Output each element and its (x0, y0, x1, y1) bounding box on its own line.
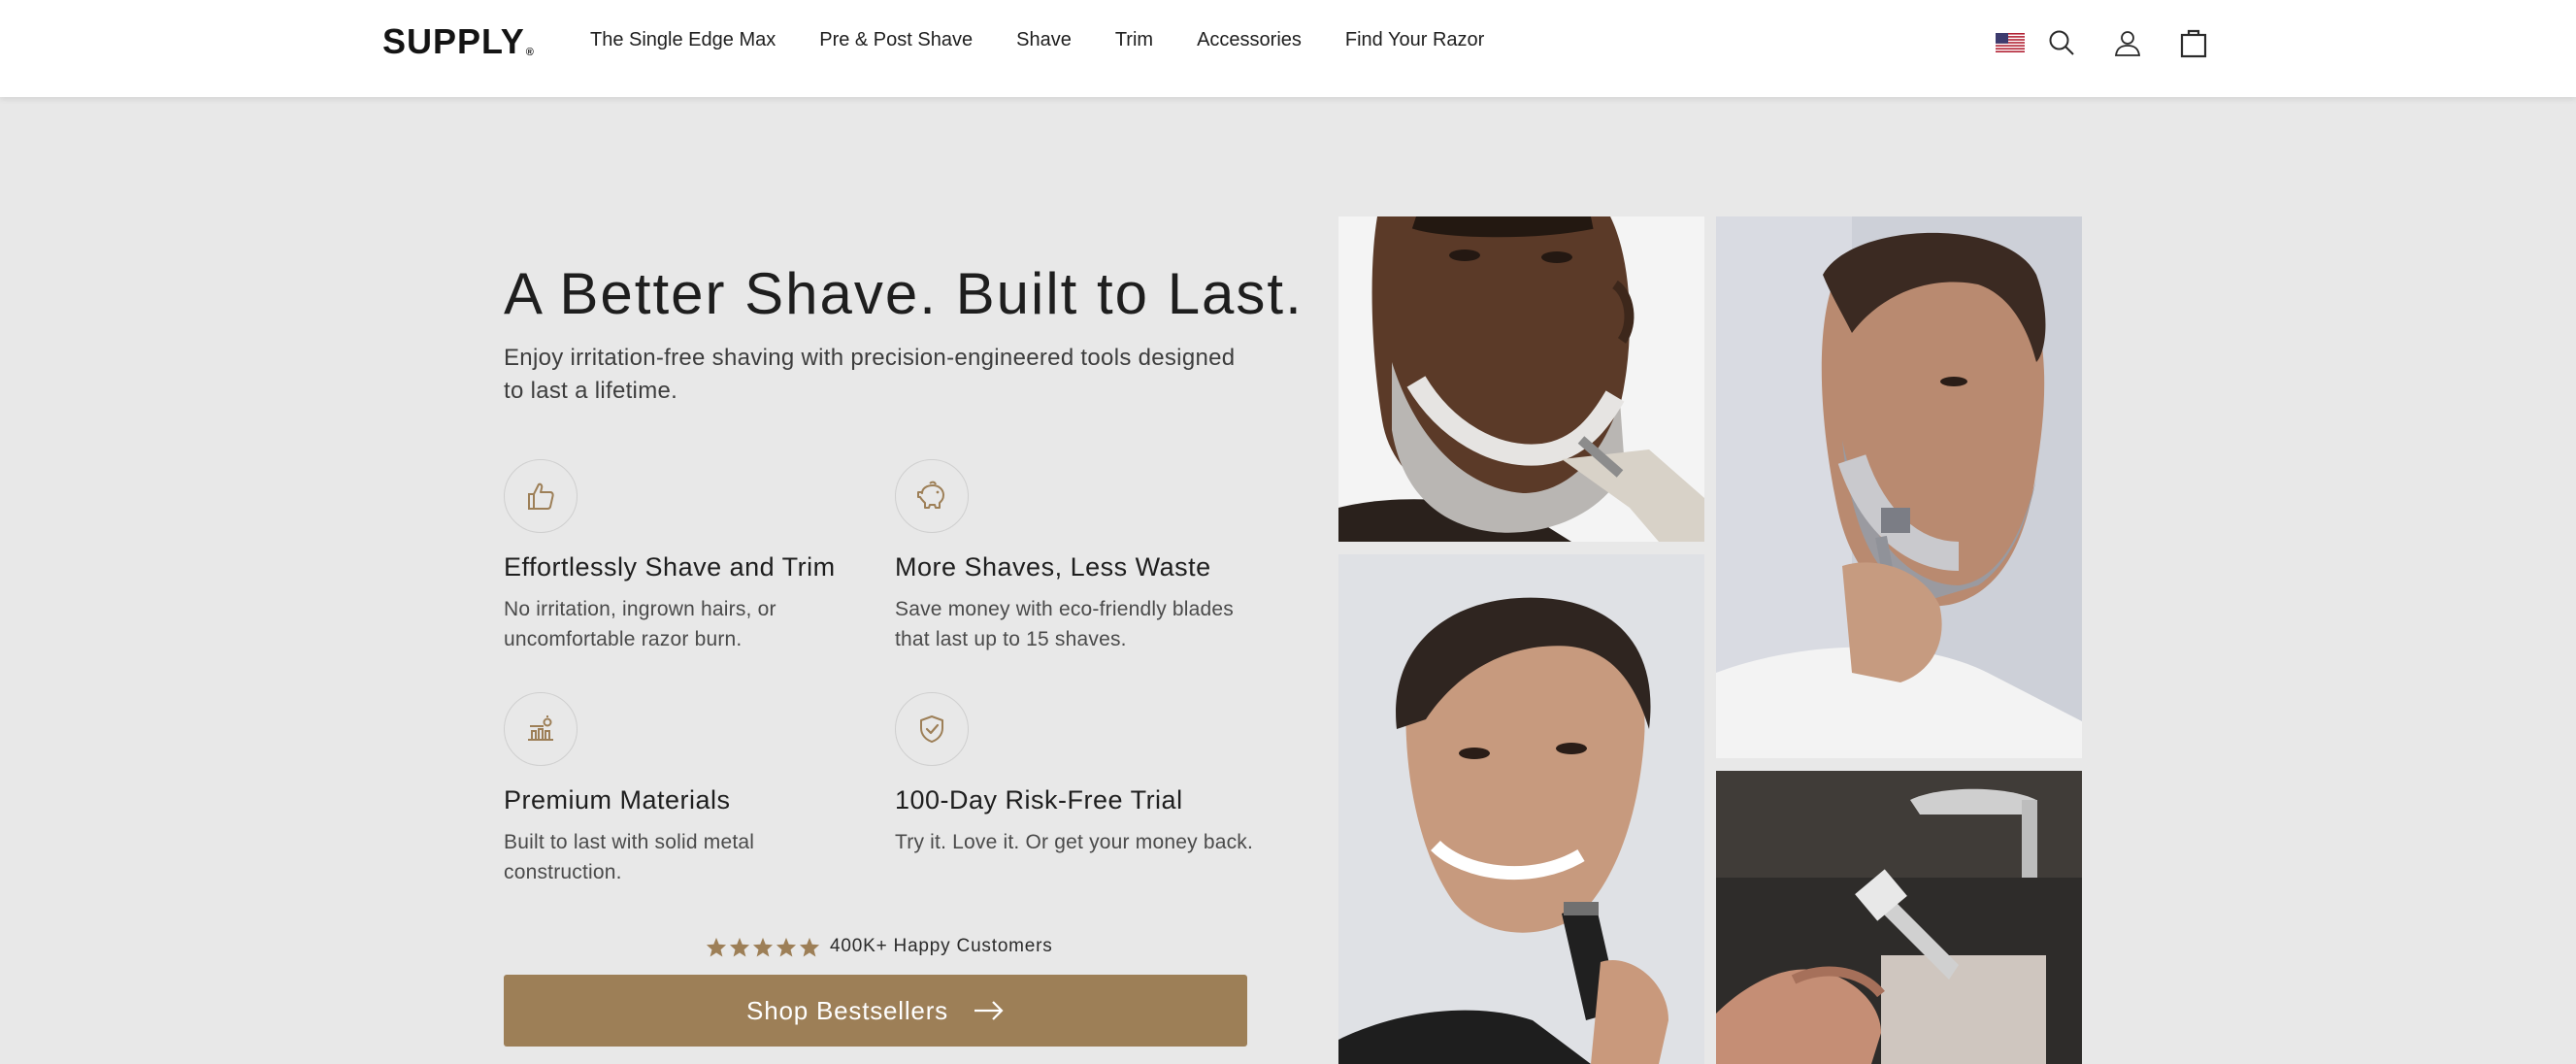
feature-title: Effortlessly Shave and Trim (504, 552, 836, 582)
star-icon (729, 937, 750, 957)
feature-shave-trim: Effortlessly Shave and Trim No irritatio… (504, 459, 873, 654)
photo-man-trimmer (1338, 554, 1704, 1064)
photo-bearded-man-shaving (1338, 216, 1704, 542)
arrow-right-icon (974, 1001, 1004, 1020)
us-flag-icon[interactable] (1992, 24, 2029, 61)
cart-icon[interactable] (2175, 24, 2212, 61)
feature-description: Built to last with solid metal construct… (504, 831, 755, 883)
site-header: SUPPLY® The Single Edge Max Pre & Post S… (0, 0, 2576, 97)
user-icon[interactable] (2109, 24, 2146, 61)
nav-item-find-your-razor[interactable]: Find Your Razor (1345, 29, 1484, 51)
piggy-bank-icon (895, 459, 969, 533)
materials-icon (504, 692, 578, 766)
photo-man-razor-foam (1716, 216, 2082, 758)
star-icon (752, 937, 774, 957)
main-nav: The Single Edge Max Pre & Post Shave Sha… (590, 29, 1528, 51)
customer-rating: 400K+ Happy Customers (706, 936, 1053, 957)
star-icon (776, 937, 797, 957)
search-icon[interactable] (2043, 24, 2080, 61)
star-icon (706, 937, 727, 957)
shield-check-icon (895, 692, 969, 766)
star-icon (799, 937, 820, 957)
hero-title: A Better Shave. Built to Last. (504, 261, 1304, 326)
thumbs-up-icon (504, 459, 578, 533)
feature-title: Premium Materials (504, 785, 731, 815)
hero-subtitle: Enjoy irritation-free shaving with preci… (504, 345, 1236, 404)
feature-risk-free-trial: 100-Day Risk-Free Trial Try it. Love it.… (895, 692, 1264, 857)
logo-registered-mark: ® (525, 47, 535, 58)
nav-item-accessories[interactable]: Accessories (1197, 29, 1302, 51)
nav-item-pre-post-shave[interactable]: Pre & Post Shave (819, 29, 973, 51)
shop-bestsellers-button[interactable]: Shop Bestsellers (504, 975, 1247, 1047)
feature-less-waste: More Shaves, Less Waste Save money with … (895, 459, 1264, 654)
logo[interactable]: SUPPLY® (382, 21, 535, 62)
feature-title: More Shaves, Less Waste (895, 552, 1211, 582)
nav-item-trim[interactable]: Trim (1115, 29, 1153, 51)
nav-item-shave[interactable]: Shave (1016, 29, 1072, 51)
nav-item-single-edge-max[interactable]: The Single Edge Max (590, 29, 776, 51)
feature-description: Save money with eco-friendly blades that… (895, 598, 1235, 650)
button-label: Shop Bestsellers (746, 995, 948, 1025)
rating-stars (706, 937, 820, 957)
logo-text: SUPPLY (382, 21, 525, 61)
photo-hand-razor-sink (1716, 771, 2082, 1064)
feature-title: 100-Day Risk-Free Trial (895, 785, 1183, 815)
feature-description: No irritation, ingrown hairs, or uncomfo… (504, 598, 776, 650)
feature-premium-materials: Premium Materials Built to last with sol… (504, 692, 873, 887)
feature-description: Try it. Love it. Or get your money back. (895, 831, 1254, 853)
rating-text: 400K+ Happy Customers (830, 936, 1053, 956)
